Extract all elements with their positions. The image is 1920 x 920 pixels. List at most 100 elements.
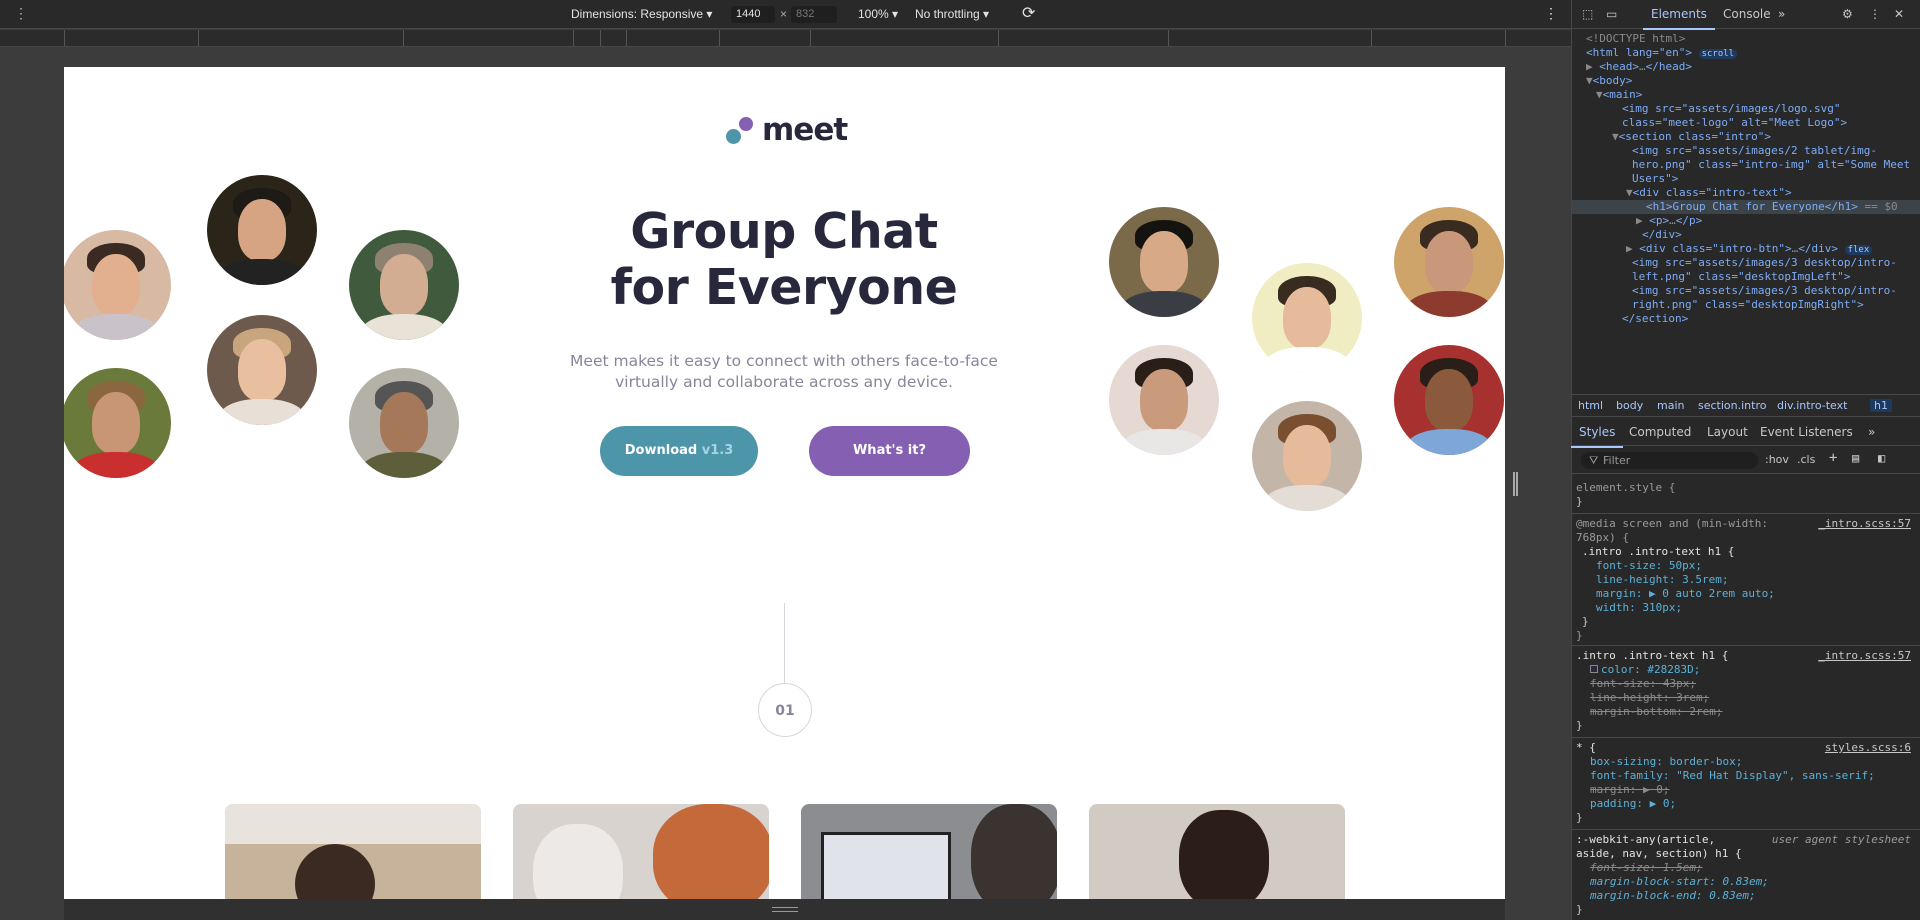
dom-node[interactable]: ▶ <div class="intro-btn">…</div> flex <box>1626 242 1873 257</box>
css-declaration[interactable]: padding: ▶ 0; <box>1590 797 1676 811</box>
devtools-panel: ⬚ ▭ Elements Console » ⚙ ⋮ ✕ <!DOCTYPE h… <box>1570 0 1920 920</box>
breadcrumb-item[interactable]: section.intro <box>1698 399 1766 412</box>
css-declaration[interactable]: width: 310px; <box>1596 601 1682 615</box>
breadcrumb-item[interactable]: main <box>1657 399 1684 412</box>
dom-node[interactable]: <img src="assets/images/3 desktop/intro-… <box>1632 284 1914 312</box>
close-icon[interactable]: ✕ <box>1894 7 1904 21</box>
device-viewport: meet Group Chat for Everyone Meet makes i… <box>64 67 1505 899</box>
tab-console[interactable]: Console <box>1723 7 1771 21</box>
styles-tabs: Styles Computed Layout Event Listeners » <box>1570 420 1920 448</box>
more-tabs-icon[interactable]: » <box>1868 425 1875 439</box>
hov-toggle[interactable]: :hov <box>1765 453 1789 466</box>
rule-close: } <box>1576 629 1583 642</box>
css-declaration[interactable]: color: #28283D; <box>1590 663 1700 677</box>
rotate-icon[interactable]: ⟳ <box>1022 3 1035 23</box>
dom-node[interactable]: <html lang="en"> scroll <box>1586 46 1738 61</box>
settings-gear-icon[interactable]: ⚙ <box>1842 7 1853 21</box>
css-declaration[interactable]: font-family: "Red Hat Display", sans-ser… <box>1590 769 1875 783</box>
dom-node[interactable]: ▼<main> <box>1596 88 1642 102</box>
source-link[interactable]: styles.scss:6 <box>1825 741 1911 755</box>
download-button[interactable]: Download v1.3 <box>600 426 758 476</box>
source-link[interactable]: _intro.scss:57 <box>1818 517 1911 531</box>
feature-photo <box>801 804 1057 899</box>
css-declaration[interactable]: margin: ▶ 0 auto 2rem auto; <box>1596 587 1775 601</box>
paint-icon[interactable]: ▤ <box>1852 451 1859 465</box>
dom-node[interactable]: ▼<div class="intro-text"> <box>1626 186 1792 200</box>
device-mode-icon[interactable]: ⋮ <box>14 5 28 22</box>
inspect-icon[interactable]: ⬚ <box>1582 7 1593 21</box>
rule-selector[interactable]: element.style { <box>1576 481 1675 495</box>
css-declaration[interactable]: font-size: 50px; <box>1596 559 1702 573</box>
dom-node[interactable]: ▶ <head>…</head> <box>1586 60 1692 74</box>
dimensions-dropdown[interactable]: Dimensions: Responsive ▾ <box>571 7 712 21</box>
dom-node[interactable]: </section> <box>1622 312 1688 326</box>
device-toggle-icon[interactable]: ▭ <box>1606 7 1617 21</box>
styles-filter-bar: ⛛ Filter :hov .cls + ▤ ◧ <box>1572 447 1920 474</box>
user-avatar <box>1109 207 1219 317</box>
rule-selector[interactable]: .intro .intro-text h1 { <box>1576 649 1728 663</box>
css-declaration-overridden[interactable]: font-size: 1.5em; <box>1590 861 1703 875</box>
filter-input[interactable]: ⛛ Filter <box>1581 452 1758 469</box>
devtools-tabs: ⬚ ▭ Elements Console » ⚙ ⋮ ✕ <box>1572 0 1920 30</box>
css-declaration[interactable]: box-sizing: border-box; <box>1590 755 1742 769</box>
breadcrumb-item[interactable]: html <box>1578 399 1603 412</box>
css-declaration[interactable]: line-height: 3.5rem; <box>1596 573 1728 587</box>
logo-dot-teal <box>726 129 741 144</box>
breadcrumb-item[interactable]: body <box>1616 399 1643 412</box>
css-declaration[interactable]: margin-block-start: 0.83em; <box>1590 875 1769 889</box>
more-tabs-icon[interactable]: » <box>1778 7 1785 21</box>
media-query-ruler[interactable] <box>0 30 1571 47</box>
rule-selector[interactable]: * { <box>1576 741 1596 755</box>
whats-it-button[interactable]: What's it? <box>809 426 970 476</box>
feature-photo <box>1089 804 1345 899</box>
step-number-badge: 01 <box>758 683 812 737</box>
user-avatar <box>207 315 317 425</box>
sidebar-toggle-icon[interactable]: ◧ <box>1878 451 1885 465</box>
viewport-resize-bar[interactable] <box>64 899 1505 920</box>
rule-selector[interactable]: .intro .intro-text h1 { <box>1582 545 1734 559</box>
source-link[interactable]: _intro.scss:57 <box>1818 649 1911 663</box>
css-declaration-overridden[interactable]: line-height: 3rem; <box>1590 691 1709 705</box>
intro-paragraph: Meet makes it easy to connect with other… <box>570 352 998 391</box>
dom-tree[interactable]: <!DOCTYPE html> <html lang="en"> scroll … <box>1572 30 1920 394</box>
feature-photo <box>513 804 769 899</box>
tab-event-listeners[interactable]: Event Listeners <box>1760 425 1853 439</box>
dom-node[interactable]: <img src="assets/images/2 tablet/img-her… <box>1632 144 1914 186</box>
user-avatar <box>1252 263 1362 373</box>
cls-toggle[interactable]: .cls <box>1797 453 1815 466</box>
dom-node[interactable]: ▼<section class="intro"> <box>1612 130 1771 144</box>
more-options-icon[interactable]: ⋮ <box>1544 5 1558 22</box>
breadcrumb-item-active[interactable]: h1 <box>1870 399 1892 412</box>
viewport-resize-handle[interactable] <box>1513 472 1518 496</box>
css-declaration-overridden[interactable]: font-size: 43px; <box>1590 677 1696 691</box>
breadcrumb-item[interactable]: div.intro-text <box>1777 399 1847 412</box>
user-avatar <box>1394 345 1504 455</box>
throttling-dropdown[interactable]: No throttling ▾ <box>915 7 989 21</box>
dom-node[interactable]: <!DOCTYPE html> <box>1586 32 1685 46</box>
dom-node[interactable]: <img src="assets/images/logo.svg" class=… <box>1622 102 1912 130</box>
selected-dom-node[interactable]: <h1>Group Chat for Everyone</h1> == $0 <box>1572 200 1920 214</box>
rule-close: } <box>1576 903 1583 916</box>
rule-selector[interactable]: aside, nav, section) h1 { <box>1576 847 1742 861</box>
menu-kebab-icon[interactable]: ⋮ <box>1869 7 1881 21</box>
dom-node[interactable]: <img src="assets/images/3 desktop/intro-… <box>1632 256 1914 284</box>
tab-elements[interactable]: Elements <box>1643 7 1715 30</box>
tab-styles[interactable]: Styles <box>1570 425 1624 448</box>
css-declaration-overridden[interactable]: margin: ▶ 0; <box>1590 783 1669 797</box>
dom-node[interactable]: ▼<body> <box>1586 74 1632 88</box>
zoom-dropdown[interactable]: 100% ▾ <box>858 7 898 21</box>
add-rule-icon[interactable]: + <box>1829 450 1837 466</box>
user-avatar <box>349 230 459 340</box>
dom-node[interactable]: ▶ <p>…</p> <box>1636 214 1702 228</box>
width-input[interactable]: 1440 <box>731 6 775 23</box>
dom-node[interactable]: </div> <box>1642 228 1682 242</box>
user-avatar <box>349 368 459 478</box>
user-avatar <box>207 175 317 285</box>
css-declaration[interactable]: margin-block-end: 0.83em; <box>1590 889 1756 903</box>
tab-layout[interactable]: Layout <box>1707 425 1748 439</box>
rule-selector[interactable]: :-webkit-any(article, <box>1576 833 1715 847</box>
css-declaration-overridden[interactable]: margin-bottom: 2rem; <box>1590 705 1722 719</box>
times-symbol: × <box>780 7 788 21</box>
tab-computed[interactable]: Computed <box>1629 425 1691 439</box>
height-input[interactable]: 832 <box>791 6 837 23</box>
